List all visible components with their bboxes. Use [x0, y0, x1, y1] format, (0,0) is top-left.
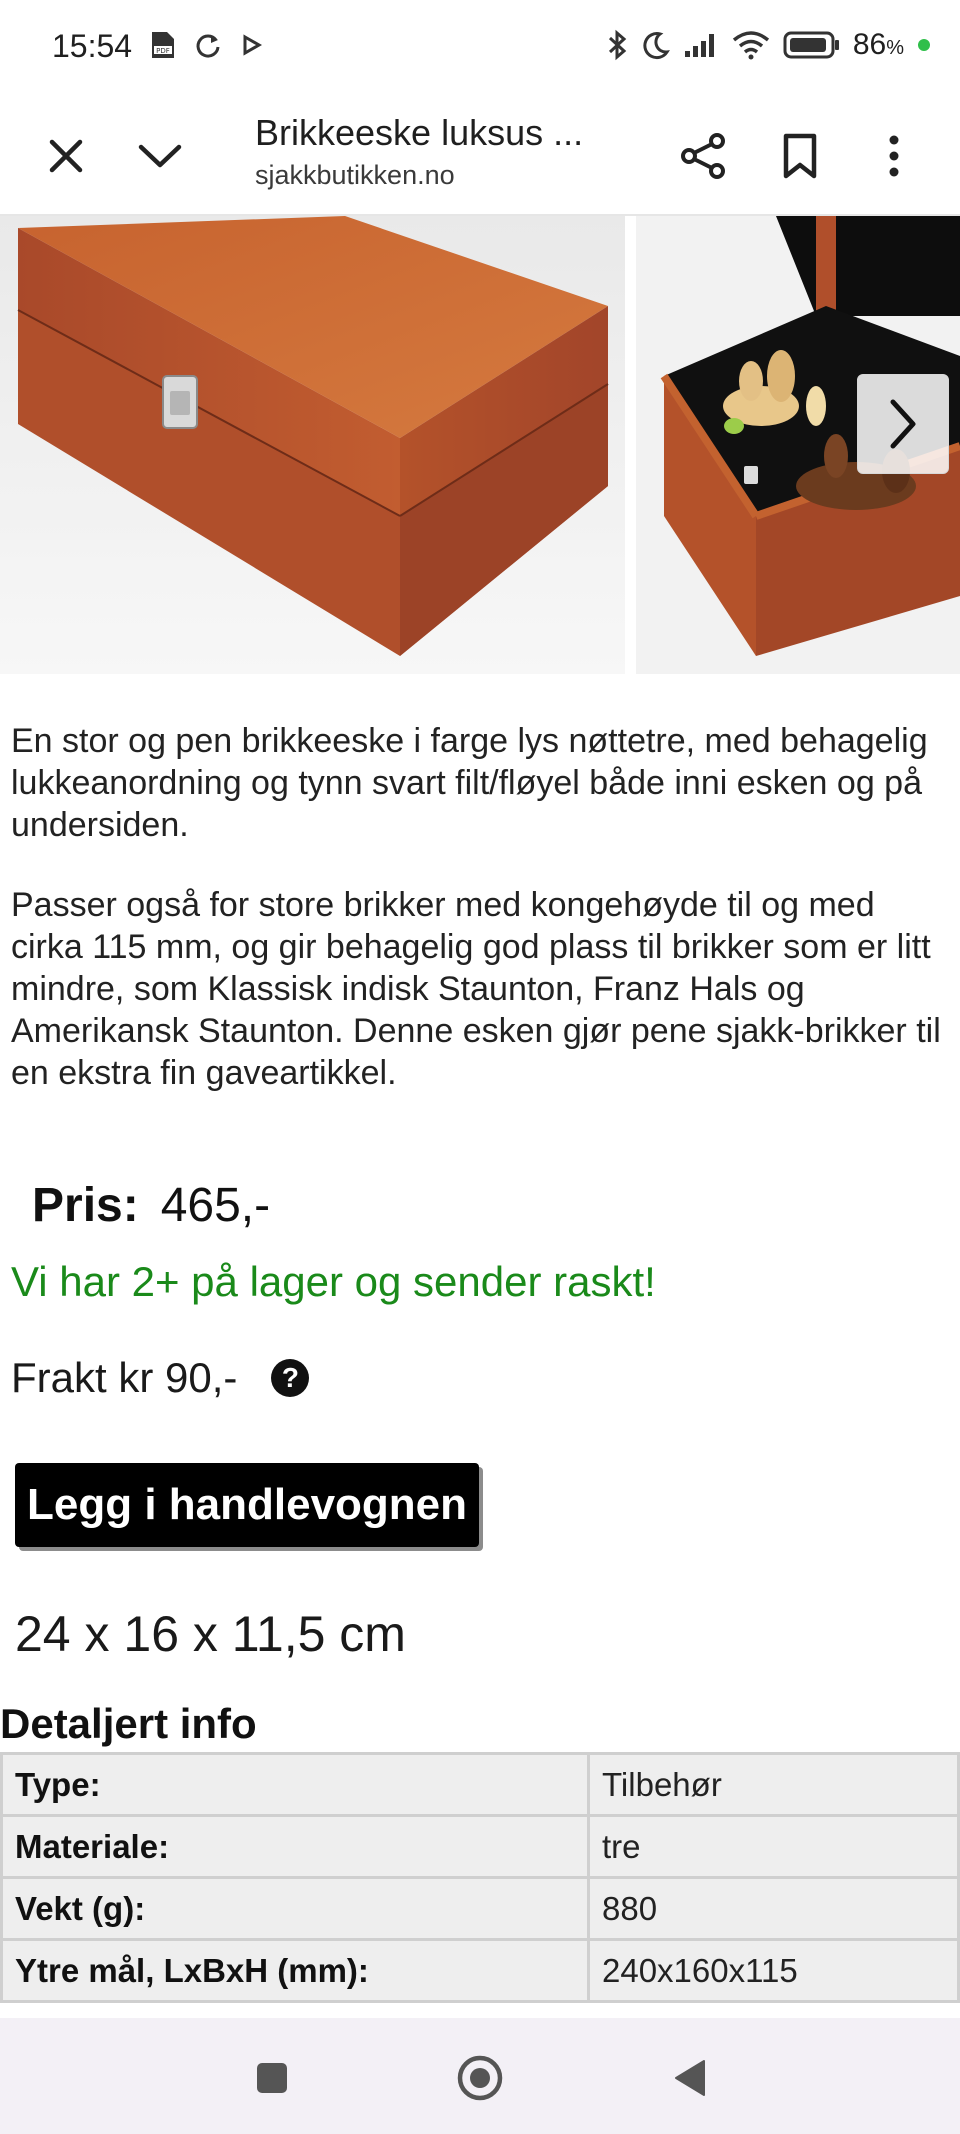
stock-status: Vi har 2+ på lager og sender raskt! — [11, 1258, 656, 1305]
recents-square-icon — [257, 2063, 287, 2093]
table-row: Vekt (g): 880 — [0, 1876, 960, 1941]
status-right: 86% — [607, 28, 930, 62]
bookmark-button[interactable] — [768, 124, 832, 188]
details-table: Type: Tilbehør Materiale: tre Vekt (g): … — [0, 1752, 960, 2003]
home-button[interactable] — [456, 2054, 504, 2102]
wifi-icon — [732, 31, 769, 60]
product-dimensions: 24 x 16 x 11,5 cm — [15, 1606, 406, 1662]
price-label: Pris: — [32, 1179, 139, 1232]
table-row: Type: Tilbehør — [0, 1752, 960, 1817]
detail-key: Vekt (g): — [0, 1876, 590, 1941]
product-description-1: En stor og pen brikkeeske i farge lys nø… — [11, 722, 928, 844]
gallery-next-button[interactable] — [857, 374, 949, 474]
product-image-closed-box[interactable] — [0, 216, 625, 674]
table-row: Ytre mål, LxBxH (mm): 240x160x115 — [0, 1938, 960, 2003]
detail-value: tre — [587, 1814, 960, 1879]
sync-icon — [196, 34, 220, 58]
battery-percent: 86% — [853, 28, 904, 62]
details-title: Detaljert info — [0, 1700, 257, 1747]
more-options-button[interactable] — [862, 124, 926, 188]
moon-icon — [643, 32, 670, 60]
battery-unit: % — [886, 37, 904, 59]
share-icon — [681, 133, 725, 179]
closed-box-illustration — [17, 216, 609, 656]
more-vert-icon — [889, 135, 899, 177]
battery-value: 86 — [852, 28, 887, 61]
back-button[interactable] — [666, 2054, 714, 2102]
play-icon — [243, 34, 262, 56]
pdf-icon: PDF — [152, 32, 174, 58]
product-gallery[interactable] — [0, 216, 960, 674]
shipping-cost: Frakt kr 90,- — [11, 1354, 238, 1401]
page-title: Brikkeeske luksus ... — [255, 112, 584, 153]
product-description-2: Passer også for store brikker med kongeh… — [11, 886, 941, 1092]
battery-icon — [783, 31, 839, 59]
chevron-right-icon — [890, 399, 916, 449]
price-value: 465,- — [160, 1179, 271, 1232]
status-time: 15:54 — [52, 28, 133, 64]
back-triangle-icon — [675, 2060, 705, 2096]
help-icon[interactable]: ? — [271, 1359, 310, 1397]
status-bar: 15:54 PDF 86% — [0, 0, 960, 96]
detail-value: 880 — [587, 1876, 960, 1941]
page-url: sjakkbutikken.no — [255, 160, 455, 190]
detail-key: Materiale: — [0, 1814, 590, 1879]
status-left-icons: PDF — [150, 30, 262, 60]
detail-value: 240x160x115 — [587, 1938, 960, 2003]
table-row: Materiale: tre — [0, 1814, 960, 1879]
recents-button[interactable] — [248, 2054, 296, 2102]
detail-value: Tilbehør — [587, 1752, 960, 1817]
price-row: Pris: 465,- — [32, 1178, 270, 1233]
close-icon — [49, 139, 83, 173]
detail-key: Type: — [0, 1752, 590, 1817]
browser-toolbar: Brikkeeske luksus ... sjakkbutikken.no — [0, 96, 960, 216]
add-to-cart-button[interactable]: Legg i handlevognen — [15, 1463, 480, 1547]
svg-text:PDF: PDF — [156, 47, 170, 55]
shipping-row: Frakt kr 90,- ? — [11, 1354, 310, 1402]
share-button[interactable] — [672, 124, 736, 188]
bluetooth-icon — [608, 29, 627, 61]
system-nav-bar — [0, 2018, 960, 2134]
gallery-divider — [625, 216, 636, 674]
close-button[interactable] — [34, 124, 98, 188]
detail-key: Ytre mål, LxBxH (mm): — [0, 1938, 590, 2003]
chevron-down-icon — [138, 144, 182, 168]
battery-dot — [918, 39, 930, 51]
signal-icon — [684, 34, 714, 57]
minimize-button[interactable] — [128, 124, 192, 188]
bookmark-icon — [783, 133, 817, 179]
home-circle-icon — [457, 2055, 503, 2101]
